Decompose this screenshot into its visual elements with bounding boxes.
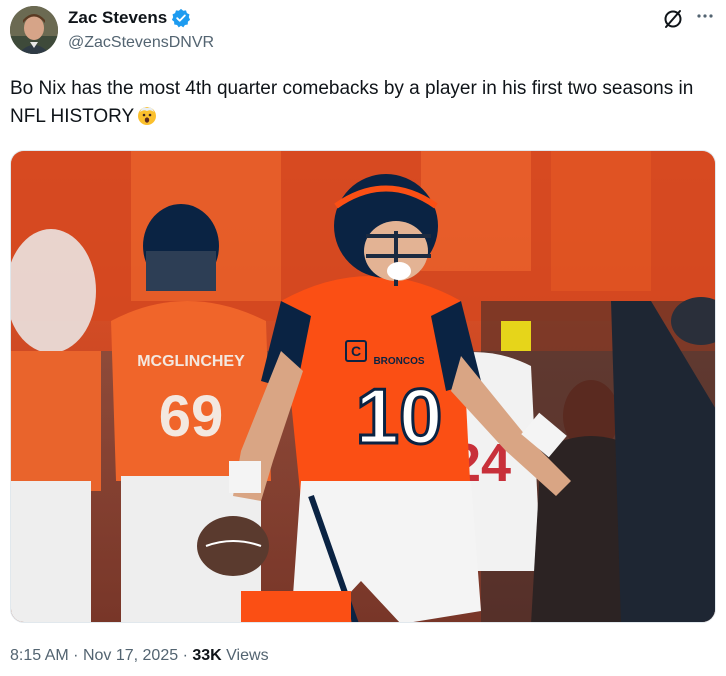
tweet-meta: 8:15 AM · Nov 17, 2025 · 33K Views: [10, 647, 269, 665]
tweet-date[interactable]: Nov 17, 2025: [83, 647, 178, 664]
more-icon[interactable]: [694, 5, 716, 27]
background-jersey-name: MCGLINCHEY: [137, 353, 245, 370]
media-illustration: 69 MCGLINCHEY 24 10 BRONCOS C: [11, 151, 715, 622]
meta-separator: ·: [182, 647, 188, 664]
tweet-time[interactable]: 8:15 AM: [10, 647, 69, 664]
author-name-row: Zac Stevens: [68, 8, 191, 28]
author-handle[interactable]: @ZacStevensDNVR: [68, 34, 214, 52]
views-count: 33K: [192, 647, 222, 664]
views-label: Views: [226, 647, 269, 664]
tweet-media-image[interactable]: 69 MCGLINCHEY 24 10 BRONCOS C: [10, 150, 716, 623]
tweet-text-body: Bo Nix has the most 4th quarter comeback…: [10, 78, 694, 127]
verified-badge-icon: [171, 8, 191, 28]
author-name[interactable]: Zac Stevens: [68, 8, 167, 28]
jersey-brand: BRONCOS: [373, 356, 424, 367]
meta-separator: ·: [73, 647, 79, 664]
shocked-face-emoji-icon: [136, 104, 158, 126]
main-jersey-number: 10: [356, 372, 443, 460]
avatar[interactable]: [10, 6, 58, 54]
captain-patch: C: [351, 343, 361, 359]
tweet-text: Bo Nix has the most 4th quarter comeback…: [10, 75, 710, 131]
grok-icon[interactable]: [662, 8, 684, 30]
background-jersey-number-69: 69: [159, 384, 224, 449]
